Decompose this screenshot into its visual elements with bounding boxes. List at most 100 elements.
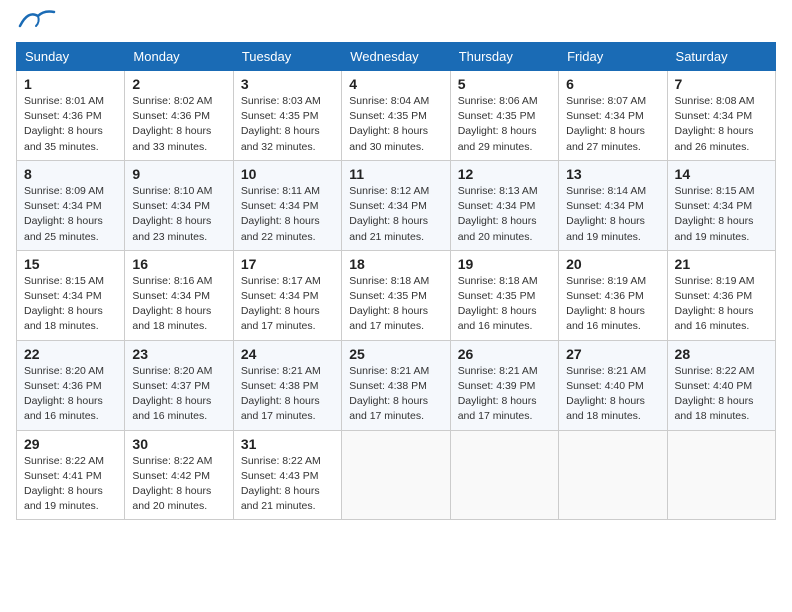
day-number: 17 bbox=[241, 256, 334, 272]
day-info: Sunrise: 8:20 AMSunset: 4:36 PMDaylight:… bbox=[24, 365, 104, 423]
weekday-header-wednesday: Wednesday bbox=[342, 43, 450, 71]
calendar-cell: 2 Sunrise: 8:02 AMSunset: 4:36 PMDayligh… bbox=[125, 71, 233, 161]
day-info: Sunrise: 8:08 AMSunset: 4:34 PMDaylight:… bbox=[675, 95, 755, 153]
bird-icon bbox=[18, 8, 56, 30]
day-info: Sunrise: 8:07 AMSunset: 4:34 PMDaylight:… bbox=[566, 95, 646, 153]
calendar-cell: 12 Sunrise: 8:13 AMSunset: 4:34 PMDaylig… bbox=[450, 160, 558, 250]
calendar-cell bbox=[450, 430, 558, 520]
day-info: Sunrise: 8:21 AMSunset: 4:39 PMDaylight:… bbox=[458, 365, 538, 423]
calendar-cell: 19 Sunrise: 8:18 AMSunset: 4:35 PMDaylig… bbox=[450, 250, 558, 340]
page-header bbox=[16, 16, 776, 30]
day-info: Sunrise: 8:10 AMSunset: 4:34 PMDaylight:… bbox=[132, 185, 212, 243]
calendar-week-row: 15 Sunrise: 8:15 AMSunset: 4:34 PMDaylig… bbox=[17, 250, 776, 340]
calendar-cell: 20 Sunrise: 8:19 AMSunset: 4:36 PMDaylig… bbox=[559, 250, 667, 340]
day-info: Sunrise: 8:22 AMSunset: 4:40 PMDaylight:… bbox=[675, 365, 755, 423]
calendar-week-row: 22 Sunrise: 8:20 AMSunset: 4:36 PMDaylig… bbox=[17, 340, 776, 430]
calendar-cell: 14 Sunrise: 8:15 AMSunset: 4:34 PMDaylig… bbox=[667, 160, 775, 250]
calendar-cell: 4 Sunrise: 8:04 AMSunset: 4:35 PMDayligh… bbox=[342, 71, 450, 161]
day-info: Sunrise: 8:15 AMSunset: 4:34 PMDaylight:… bbox=[24, 275, 104, 333]
day-info: Sunrise: 8:06 AMSunset: 4:35 PMDaylight:… bbox=[458, 95, 538, 153]
weekday-header-tuesday: Tuesday bbox=[233, 43, 341, 71]
day-info: Sunrise: 8:21 AMSunset: 4:38 PMDaylight:… bbox=[241, 365, 321, 423]
calendar-cell: 6 Sunrise: 8:07 AMSunset: 4:34 PMDayligh… bbox=[559, 71, 667, 161]
calendar-cell bbox=[342, 430, 450, 520]
calendar-cell: 24 Sunrise: 8:21 AMSunset: 4:38 PMDaylig… bbox=[233, 340, 341, 430]
day-number: 8 bbox=[24, 166, 117, 182]
calendar-cell: 31 Sunrise: 8:22 AMSunset: 4:43 PMDaylig… bbox=[233, 430, 341, 520]
calendar-cell: 17 Sunrise: 8:17 AMSunset: 4:34 PMDaylig… bbox=[233, 250, 341, 340]
calendar-cell: 26 Sunrise: 8:21 AMSunset: 4:39 PMDaylig… bbox=[450, 340, 558, 430]
calendar-week-row: 1 Sunrise: 8:01 AMSunset: 4:36 PMDayligh… bbox=[17, 71, 776, 161]
calendar-cell: 29 Sunrise: 8:22 AMSunset: 4:41 PMDaylig… bbox=[17, 430, 125, 520]
day-number: 23 bbox=[132, 346, 225, 362]
calendar-cell: 5 Sunrise: 8:06 AMSunset: 4:35 PMDayligh… bbox=[450, 71, 558, 161]
day-number: 1 bbox=[24, 76, 117, 92]
day-number: 26 bbox=[458, 346, 551, 362]
day-number: 12 bbox=[458, 166, 551, 182]
day-number: 5 bbox=[458, 76, 551, 92]
weekday-header-monday: Monday bbox=[125, 43, 233, 71]
weekday-header-saturday: Saturday bbox=[667, 43, 775, 71]
day-info: Sunrise: 8:04 AMSunset: 4:35 PMDaylight:… bbox=[349, 95, 429, 153]
day-number: 18 bbox=[349, 256, 442, 272]
weekday-header-friday: Friday bbox=[559, 43, 667, 71]
calendar-week-row: 8 Sunrise: 8:09 AMSunset: 4:34 PMDayligh… bbox=[17, 160, 776, 250]
day-number: 19 bbox=[458, 256, 551, 272]
day-number: 4 bbox=[349, 76, 442, 92]
day-info: Sunrise: 8:22 AMSunset: 4:43 PMDaylight:… bbox=[241, 455, 321, 513]
logo bbox=[16, 16, 56, 30]
day-number: 22 bbox=[24, 346, 117, 362]
day-number: 14 bbox=[675, 166, 768, 182]
day-number: 20 bbox=[566, 256, 659, 272]
weekday-header-sunday: Sunday bbox=[17, 43, 125, 71]
calendar-cell: 10 Sunrise: 8:11 AMSunset: 4:34 PMDaylig… bbox=[233, 160, 341, 250]
calendar-cell: 16 Sunrise: 8:16 AMSunset: 4:34 PMDaylig… bbox=[125, 250, 233, 340]
day-number: 29 bbox=[24, 436, 117, 452]
day-info: Sunrise: 8:19 AMSunset: 4:36 PMDaylight:… bbox=[675, 275, 755, 333]
day-number: 7 bbox=[675, 76, 768, 92]
day-info: Sunrise: 8:19 AMSunset: 4:36 PMDaylight:… bbox=[566, 275, 646, 333]
day-info: Sunrise: 8:13 AMSunset: 4:34 PMDaylight:… bbox=[458, 185, 538, 243]
day-number: 21 bbox=[675, 256, 768, 272]
day-info: Sunrise: 8:21 AMSunset: 4:38 PMDaylight:… bbox=[349, 365, 429, 423]
day-info: Sunrise: 8:14 AMSunset: 4:34 PMDaylight:… bbox=[566, 185, 646, 243]
day-number: 10 bbox=[241, 166, 334, 182]
calendar-cell: 25 Sunrise: 8:21 AMSunset: 4:38 PMDaylig… bbox=[342, 340, 450, 430]
day-info: Sunrise: 8:09 AMSunset: 4:34 PMDaylight:… bbox=[24, 185, 104, 243]
day-info: Sunrise: 8:01 AMSunset: 4:36 PMDaylight:… bbox=[24, 95, 104, 153]
day-info: Sunrise: 8:11 AMSunset: 4:34 PMDaylight:… bbox=[241, 185, 320, 243]
weekday-header-row: SundayMondayTuesdayWednesdayThursdayFrid… bbox=[17, 43, 776, 71]
calendar-cell: 23 Sunrise: 8:20 AMSunset: 4:37 PMDaylig… bbox=[125, 340, 233, 430]
day-number: 28 bbox=[675, 346, 768, 362]
day-info: Sunrise: 8:17 AMSunset: 4:34 PMDaylight:… bbox=[241, 275, 321, 333]
calendar-cell: 15 Sunrise: 8:15 AMSunset: 4:34 PMDaylig… bbox=[17, 250, 125, 340]
calendar-cell: 21 Sunrise: 8:19 AMSunset: 4:36 PMDaylig… bbox=[667, 250, 775, 340]
day-number: 15 bbox=[24, 256, 117, 272]
calendar-cell: 1 Sunrise: 8:01 AMSunset: 4:36 PMDayligh… bbox=[17, 71, 125, 161]
day-number: 24 bbox=[241, 346, 334, 362]
calendar-cell: 9 Sunrise: 8:10 AMSunset: 4:34 PMDayligh… bbox=[125, 160, 233, 250]
calendar-cell: 3 Sunrise: 8:03 AMSunset: 4:35 PMDayligh… bbox=[233, 71, 341, 161]
day-info: Sunrise: 8:02 AMSunset: 4:36 PMDaylight:… bbox=[132, 95, 212, 153]
day-number: 16 bbox=[132, 256, 225, 272]
day-info: Sunrise: 8:15 AMSunset: 4:34 PMDaylight:… bbox=[675, 185, 755, 243]
calendar-cell: 27 Sunrise: 8:21 AMSunset: 4:40 PMDaylig… bbox=[559, 340, 667, 430]
calendar-cell bbox=[559, 430, 667, 520]
calendar-cell: 13 Sunrise: 8:14 AMSunset: 4:34 PMDaylig… bbox=[559, 160, 667, 250]
day-info: Sunrise: 8:12 AMSunset: 4:34 PMDaylight:… bbox=[349, 185, 429, 243]
day-info: Sunrise: 8:22 AMSunset: 4:41 PMDaylight:… bbox=[24, 455, 104, 513]
calendar-cell: 7 Sunrise: 8:08 AMSunset: 4:34 PMDayligh… bbox=[667, 71, 775, 161]
weekday-header-thursday: Thursday bbox=[450, 43, 558, 71]
calendar-cell: 11 Sunrise: 8:12 AMSunset: 4:34 PMDaylig… bbox=[342, 160, 450, 250]
day-info: Sunrise: 8:22 AMSunset: 4:42 PMDaylight:… bbox=[132, 455, 212, 513]
day-number: 3 bbox=[241, 76, 334, 92]
calendar-cell bbox=[667, 430, 775, 520]
day-info: Sunrise: 8:20 AMSunset: 4:37 PMDaylight:… bbox=[132, 365, 212, 423]
day-number: 11 bbox=[349, 166, 442, 182]
day-number: 13 bbox=[566, 166, 659, 182]
calendar-cell: 22 Sunrise: 8:20 AMSunset: 4:36 PMDaylig… bbox=[17, 340, 125, 430]
calendar-table: SundayMondayTuesdayWednesdayThursdayFrid… bbox=[16, 42, 776, 520]
day-number: 31 bbox=[241, 436, 334, 452]
day-number: 2 bbox=[132, 76, 225, 92]
day-number: 9 bbox=[132, 166, 225, 182]
